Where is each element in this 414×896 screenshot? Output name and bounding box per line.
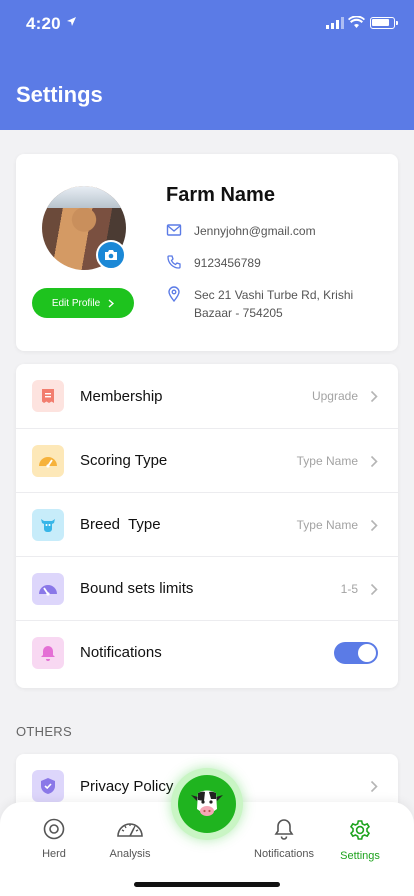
speed-icon: [32, 572, 64, 605]
tab-analysis[interactable]: Analysis: [90, 818, 170, 860]
setting-row-membership[interactable]: Membership Upgrade: [16, 364, 398, 428]
setting-row-bound-sets-limits[interactable]: Bound sets limits 1-5: [16, 556, 398, 620]
gear-icon: [349, 820, 371, 840]
chevron-right-icon: [370, 583, 378, 596]
farm-name: Farm Name: [166, 184, 275, 206]
tab-label: Analysis: [109, 848, 151, 860]
page-title: Settings: [16, 82, 103, 107]
cattle-icon: [32, 508, 64, 541]
mail-icon: [166, 224, 182, 236]
setting-value: Type Name: [296, 453, 358, 468]
tab-label: Herd: [42, 848, 66, 860]
email-text: Jennyjohn@gmail.com: [194, 224, 316, 238]
setting-value: Upgrade: [311, 389, 358, 403]
section-label-others: OTHERS: [16, 724, 72, 739]
speedometer-icon: [117, 823, 143, 837]
battery-icon: [370, 17, 398, 29]
wifi-icon: [348, 16, 365, 28]
setting-label: Breed Type: [80, 516, 161, 533]
eye-icon: [43, 818, 65, 840]
setting-label: Membership: [80, 387, 163, 405]
receipt-icon: [32, 380, 64, 412]
home-indicator: [134, 882, 280, 887]
edit-profile-button[interactable]: Edit Profile: [32, 288, 134, 318]
tab-notifications[interactable]: Notifications: [244, 818, 324, 860]
phone-row: 9123456789: [166, 254, 261, 272]
profile-card: Edit Profile Farm Name Jennyjohn@gmail.c…: [16, 154, 398, 351]
setting-value: 1-5: [340, 581, 358, 596]
chevron-right-icon: [370, 390, 378, 403]
bell-icon: [32, 636, 64, 669]
bell-icon: [274, 819, 294, 840]
location-arrow-icon: [67, 17, 76, 26]
setting-label: Scoring Type: [80, 452, 168, 469]
notifications-toggle[interactable]: [334, 641, 378, 664]
chevron-right-icon: [370, 780, 378, 793]
status-bar: 4:20: [0, 0, 414, 48]
setting-label: Bound sets limits: [80, 580, 194, 597]
edit-profile-label: Edit Profile: [51, 297, 101, 309]
phone-icon: [167, 255, 181, 269]
shield-check-icon: [32, 770, 64, 802]
setting-row-breed-type[interactable]: Breed Type Type Name: [16, 492, 398, 556]
cellular-signal-icon: [326, 17, 344, 29]
chevron-right-icon: [108, 298, 115, 308]
location-pin-icon: [168, 286, 180, 302]
chevron-right-icon: [370, 455, 378, 468]
tab-label: Notifications: [254, 848, 314, 860]
phone-text: 9123456789: [194, 256, 261, 270]
tab-herd[interactable]: Herd: [14, 818, 94, 860]
cow-icon: [178, 775, 236, 833]
address-text: Sec 21 Vashi Turbe Rd, Krishi Bazaar - 7…: [194, 288, 354, 320]
gauge-icon: [32, 444, 64, 477]
email-row: Jennyjohn@gmail.com: [166, 222, 316, 240]
settings-card: Membership Upgrade Scoring Type Type Nam…: [16, 364, 398, 688]
camera-icon[interactable]: [96, 240, 126, 270]
cow-home-button[interactable]: [171, 768, 243, 840]
tab-label: Settings: [340, 850, 380, 862]
address-row: Sec 21 Vashi Turbe Rd, Krishi Bazaar - 7…: [166, 286, 376, 322]
tab-settings[interactable]: Settings: [320, 818, 400, 862]
setting-value: Type Name: [296, 517, 358, 532]
chevron-right-icon: [370, 519, 378, 532]
header-bar: 4:20 Settings: [0, 0, 414, 130]
setting-row-notifications: Notifications: [16, 620, 398, 684]
status-time: 4:20: [26, 14, 61, 33]
setting-row-scoring-type[interactable]: Scoring Type Type Name: [16, 428, 398, 492]
setting-label: Privacy Policy: [80, 777, 174, 795]
setting-label: Notifications: [80, 644, 162, 661]
